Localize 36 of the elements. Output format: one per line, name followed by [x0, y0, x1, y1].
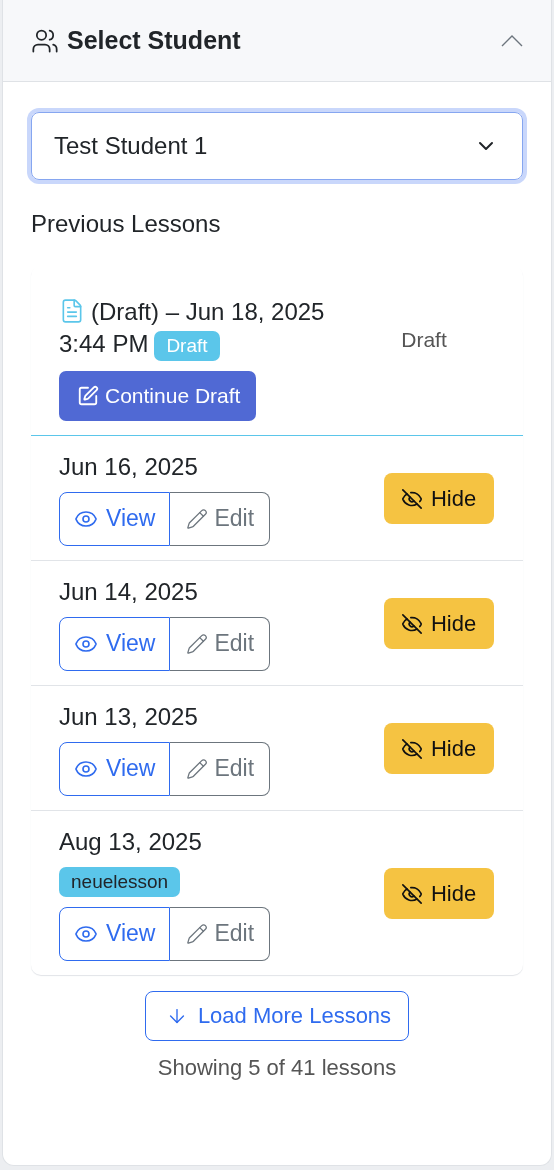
eye-off-icon [400, 737, 423, 760]
lesson-date: Jun 14, 2025 [59, 576, 199, 607]
view-button[interactable]: View [59, 491, 171, 546]
panel-title: Select Student [67, 26, 242, 55]
lesson-date: Jun 13, 2025 [59, 701, 199, 732]
eye-off-icon [400, 612, 423, 635]
view-button[interactable]: View [59, 616, 171, 671]
eye-off-icon [400, 882, 423, 905]
lesson-date: Jun 16, 2025 [59, 451, 199, 482]
lessons-count: Showing 5 of 41 lessons [157, 1054, 397, 1080]
hide-button[interactable]: Hide [383, 723, 495, 775]
view-button[interactable]: View [59, 906, 171, 961]
pencil-icon [186, 507, 209, 530]
pencil-icon [186, 922, 209, 945]
hide-button[interactable]: Hide [383, 473, 495, 525]
draft-title: (Draft) – Jun 18, 2025 3:44 PM Draft [59, 296, 359, 361]
draft-tag: Draft [154, 330, 220, 361]
section-title: Previous Lessons [31, 210, 221, 237]
edit-button[interactable]: Edit [170, 616, 271, 671]
eye-off-icon [400, 487, 423, 510]
hide-button[interactable]: Hide [383, 598, 495, 650]
load-more-button[interactable]: Load More Lessons [144, 990, 410, 1041]
edit-button[interactable]: Edit [170, 491, 271, 546]
edit-button[interactable]: Edit [170, 906, 271, 961]
status-text: Draft [401, 328, 447, 352]
hide-button[interactable]: Hide [383, 868, 495, 920]
view-button[interactable]: View [59, 741, 171, 796]
edit-button[interactable]: Edit [170, 741, 271, 796]
continue-draft-button[interactable]: Continue Draft [59, 370, 257, 421]
pencil-icon [186, 757, 209, 780]
lesson-date: Aug 13, 2025 [59, 826, 203, 857]
pencil-icon [186, 632, 209, 655]
chevron-up-icon [501, 34, 523, 47]
collapse-button[interactable] [501, 34, 523, 47]
lesson-tag: neuelesson [59, 866, 181, 897]
edit-icon [77, 384, 99, 407]
